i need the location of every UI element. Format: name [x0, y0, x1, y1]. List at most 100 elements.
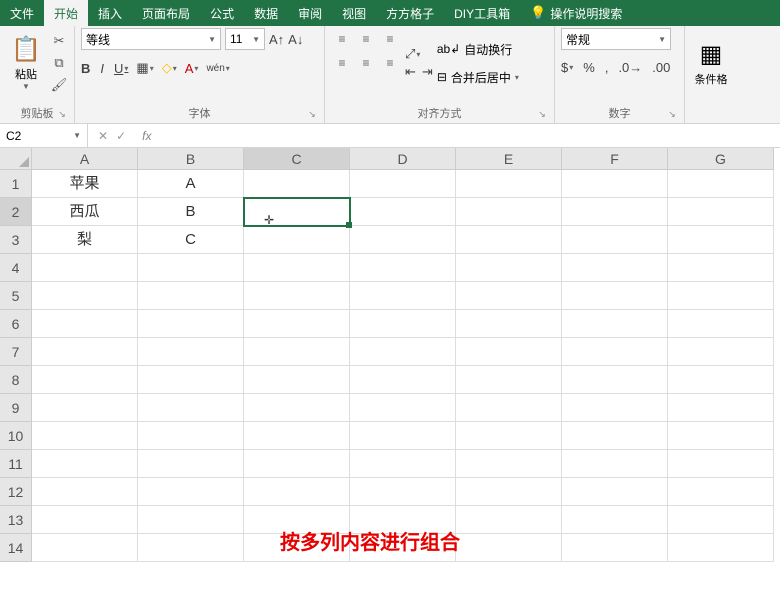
cell-B1[interactable]: A [138, 170, 244, 198]
phonetic-button[interactable]: wén▾ [206, 63, 229, 74]
cell-G1[interactable] [668, 170, 774, 198]
col-header-A[interactable]: A [32, 148, 138, 170]
cell-F5[interactable] [562, 282, 668, 310]
cell-C12[interactable] [244, 478, 350, 506]
align-right-button[interactable]: ≡ [379, 52, 401, 74]
cell-B9[interactable] [138, 394, 244, 422]
confirm-edit-button[interactable]: ✓ [116, 129, 126, 143]
cell-B3[interactable]: C [138, 226, 244, 254]
cell-A13[interactable] [32, 506, 138, 534]
decrease-font-button[interactable]: A↓ [288, 32, 303, 47]
cell-C11[interactable] [244, 450, 350, 478]
col-header-D[interactable]: D [350, 148, 456, 170]
row-header-11[interactable]: 11 [0, 450, 32, 478]
cell-C3[interactable] [244, 226, 350, 254]
cell-A12[interactable] [32, 478, 138, 506]
align-launcher[interactable]: ↘ [536, 109, 548, 121]
increase-font-button[interactable]: A↑ [269, 32, 284, 47]
wrap-text-button[interactable]: ab↲自动换行 [437, 38, 519, 60]
col-header-F[interactable]: F [562, 148, 668, 170]
currency-button[interactable]: $▾ [561, 60, 573, 75]
decrease-decimal-button[interactable]: .00 [652, 60, 670, 75]
orientation-button[interactable]: ⤢▾ [405, 46, 433, 62]
paste-button[interactable]: 📋 粘贴 ▼ [6, 28, 46, 98]
merge-center-button[interactable]: ⊟合并后居中▾ [437, 66, 519, 88]
border-button[interactable]: ▦▾ [136, 60, 153, 76]
cell-B14[interactable] [138, 534, 244, 562]
row-header-10[interactable]: 10 [0, 422, 32, 450]
cell-B7[interactable] [138, 338, 244, 366]
cell-A6[interactable] [32, 310, 138, 338]
row-header-14[interactable]: 14 [0, 534, 32, 562]
cell-A11[interactable] [32, 450, 138, 478]
cell-A14[interactable] [32, 534, 138, 562]
fx-icon[interactable]: fx [136, 129, 157, 143]
format-painter-button[interactable]: 🖌 [50, 76, 68, 94]
tab-data[interactable]: 数据 [244, 0, 288, 26]
cell-D8[interactable] [350, 366, 456, 394]
italic-button[interactable]: I [100, 61, 104, 76]
select-all-corner[interactable] [0, 148, 32, 170]
cell-C1[interactable] [244, 170, 350, 198]
number-launcher[interactable]: ↘ [666, 109, 678, 121]
col-header-E[interactable]: E [456, 148, 562, 170]
tab-formulas[interactable]: 公式 [200, 0, 244, 26]
number-format-select[interactable]: 常规▼ [561, 28, 671, 50]
align-left-button[interactable]: ≡ [331, 52, 353, 74]
cell-G3[interactable] [668, 226, 774, 254]
cell-F3[interactable] [562, 226, 668, 254]
cell-G11[interactable] [668, 450, 774, 478]
cell-D12[interactable] [350, 478, 456, 506]
cell-E9[interactable] [456, 394, 562, 422]
cell-C4[interactable] [244, 254, 350, 282]
row-header-6[interactable]: 6 [0, 310, 32, 338]
tab-file[interactable]: 文件 [0, 0, 44, 26]
decrease-indent-button[interactable]: ⇤ [405, 64, 416, 80]
cell-A8[interactable] [32, 366, 138, 394]
row-header-4[interactable]: 4 [0, 254, 32, 282]
align-center-button[interactable]: ≡ [355, 52, 377, 74]
tab-review[interactable]: 审阅 [288, 0, 332, 26]
cell-E6[interactable] [456, 310, 562, 338]
cell-E13[interactable] [456, 506, 562, 534]
cell-E10[interactable] [456, 422, 562, 450]
bold-button[interactable]: B [81, 61, 90, 76]
fill-color-button[interactable]: ◇▾ [162, 60, 177, 76]
cell-D6[interactable] [350, 310, 456, 338]
tab-ffgz[interactable]: 方方格子 [376, 0, 444, 26]
cell-F10[interactable] [562, 422, 668, 450]
cell-A9[interactable] [32, 394, 138, 422]
name-box[interactable]: C2▼ [0, 124, 88, 147]
cell-E5[interactable] [456, 282, 562, 310]
cell-E8[interactable] [456, 366, 562, 394]
col-header-B[interactable]: B [138, 148, 244, 170]
cell-D5[interactable] [350, 282, 456, 310]
row-header-8[interactable]: 8 [0, 366, 32, 394]
tab-diy[interactable]: DIY工具箱 [444, 0, 520, 26]
cell-D9[interactable] [350, 394, 456, 422]
row-header-2[interactable]: 2 [0, 198, 32, 226]
cell-F8[interactable] [562, 366, 668, 394]
cell-B2[interactable]: B [138, 198, 244, 226]
cell-B5[interactable] [138, 282, 244, 310]
row-header-12[interactable]: 12 [0, 478, 32, 506]
cancel-edit-button[interactable]: ✕ [98, 129, 108, 143]
cell-F11[interactable] [562, 450, 668, 478]
increase-decimal-button[interactable]: .0→ [618, 60, 642, 75]
cell-F6[interactable] [562, 310, 668, 338]
cell-F2[interactable] [562, 198, 668, 226]
cell-A1[interactable]: 苹果 [32, 170, 138, 198]
row-header-1[interactable]: 1 [0, 170, 32, 198]
clipboard-launcher[interactable]: ↘ [56, 109, 68, 121]
cell-B11[interactable] [138, 450, 244, 478]
cell-D1[interactable] [350, 170, 456, 198]
cell-B6[interactable] [138, 310, 244, 338]
cell-C9[interactable] [244, 394, 350, 422]
cell-G12[interactable] [668, 478, 774, 506]
cell-B4[interactable] [138, 254, 244, 282]
copy-button[interactable]: ⧉ [50, 54, 68, 72]
cell-A5[interactable] [32, 282, 138, 310]
cell-G7[interactable] [668, 338, 774, 366]
font-color-button[interactable]: A▾ [185, 61, 199, 76]
increase-indent-button[interactable]: ⇥ [422, 64, 433, 80]
